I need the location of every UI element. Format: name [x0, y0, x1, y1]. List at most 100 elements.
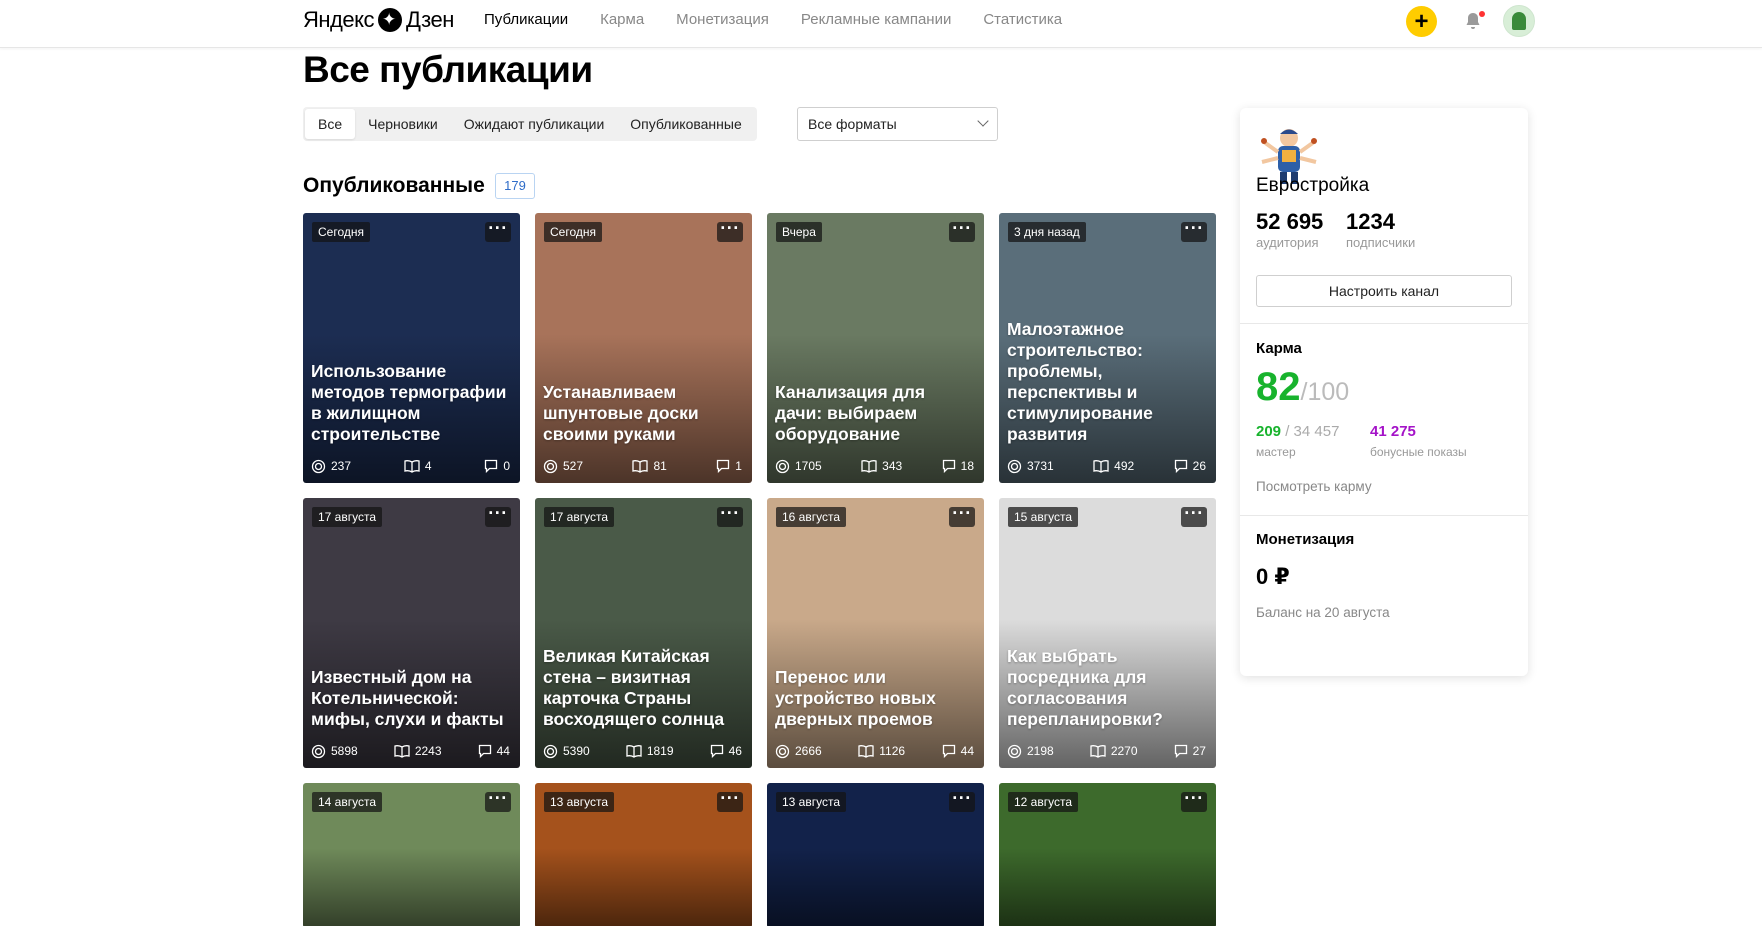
more-menu-icon[interactable]: ···	[949, 219, 975, 242]
publication-card[interactable]: 17 августа ··· Великая Китайская стена – в…	[535, 498, 752, 768]
add-publication-button[interactable]: +	[1406, 5, 1437, 37]
yandex-zen-logo[interactable]: Яндекс Дзен	[303, 7, 454, 32]
publication-date-badge: Сегодня	[544, 222, 602, 242]
publication-title[interactable]: Великая Китайская стена – визитная карто…	[543, 646, 744, 730]
user-avatar[interactable]	[1503, 5, 1535, 37]
publication-card[interactable]: Сегодня ··· Использование методов термогра…	[303, 213, 520, 483]
stat-value: 5390	[563, 744, 590, 758]
publication-card[interactable]: 3 дня назад ··· Малоэтажное строительство:…	[999, 213, 1216, 483]
audience-stat: 52 695 аудитория	[1256, 210, 1323, 252]
publication-date-badge: Сегодня	[312, 222, 370, 242]
stat-value: 1	[735, 459, 742, 473]
publication-count-badge: 179	[495, 173, 535, 199]
reads-icon	[858, 744, 879, 758]
stat-views: 2198	[1007, 743, 1054, 759]
stat-value: 44	[496, 744, 510, 758]
stat-comments: 1	[716, 458, 742, 474]
more-menu-icon[interactable]: ···	[717, 219, 743, 242]
tab-pending[interactable]: Ожидают публикации	[451, 109, 618, 139]
publication-card[interactable]: 15 августа ··· Как выбрать посредника для …	[999, 498, 1216, 768]
bonus-value: 41 275	[1370, 423, 1416, 440]
balance-label: Баланс на 20 августа	[1256, 605, 1390, 620]
tab-all[interactable]: Все	[305, 109, 356, 139]
view-karma-link[interactable]: Посмотреть карму	[1256, 478, 1372, 496]
publication-card[interactable]: 16 августа ··· Перенос или устройство новы…	[767, 498, 984, 768]
tab-drafts[interactable]: Черновики	[355, 109, 451, 139]
more-menu-icon[interactable]: ···	[1181, 504, 1207, 527]
comments-icon	[716, 459, 735, 473]
rank-value: 209	[1256, 423, 1282, 440]
more-menu-icon[interactable]: ···	[949, 504, 975, 527]
publication-date-badge: 14 августа	[312, 792, 383, 812]
top-header: Яндекс Дзен Публикации Карма Монетизация…	[0, 0, 1762, 48]
comments-icon	[1174, 744, 1193, 758]
publication-card[interactable]: 17 августа ··· Известный дом на Котельниче…	[303, 498, 520, 768]
publication-title[interactable]: Канализация для дачи: выбираем оборудова…	[775, 382, 976, 445]
monetization-title: Монетизация	[1256, 531, 1355, 548]
more-menu-icon[interactable]: ···	[485, 504, 511, 527]
channel-sidebar: Евростройка 52 695 аудитория 1234 подпис…	[1240, 108, 1528, 676]
publication-stats: 1705 343 18	[775, 458, 974, 474]
audience-label: аудитория	[1256, 235, 1319, 250]
publication-date-badge: 3 дня назад	[1008, 222, 1086, 242]
more-menu-icon[interactable]: ···	[717, 789, 743, 812]
stat-reads: 1126	[858, 743, 905, 759]
stat-reads: 1819	[626, 743, 674, 759]
more-menu-icon[interactable]: ···	[1181, 219, 1207, 242]
stat-comments: 44	[942, 743, 974, 759]
more-menu-icon[interactable]: ···	[1181, 789, 1207, 812]
more-menu-icon[interactable]: ···	[485, 789, 511, 812]
page-title: Все публикации	[303, 49, 593, 90]
publication-card[interactable]: 12 августа ···	[999, 783, 1216, 926]
publication-title[interactable]: Устанавливаем шпунтовые доски своими рук…	[543, 382, 744, 445]
stat-views: 1705	[775, 458, 822, 474]
publication-date-badge: 13 августа	[544, 792, 615, 812]
publication-card[interactable]: 13 августа ···	[535, 783, 752, 926]
header-actions: +	[1406, 5, 1535, 37]
publication-title[interactable]: Перенос или устройство новых дверных про…	[775, 667, 976, 730]
more-menu-icon[interactable]: ···	[717, 504, 743, 527]
stat-value: 343	[882, 459, 903, 473]
publication-title[interactable]: Малоэтажное строительство: проблемы, пер…	[1007, 319, 1208, 445]
notifications-bell-icon[interactable]	[1463, 11, 1485, 31]
stat-value: 492	[1114, 459, 1135, 473]
tab-published[interactable]: Опубликованные	[617, 109, 754, 139]
karma-score-max: /100	[1300, 378, 1350, 406]
views-icon	[1007, 744, 1027, 759]
comments-icon	[1174, 459, 1193, 473]
reads-icon	[1093, 459, 1114, 473]
publication-card[interactable]: Сегодня ··· Устанавливаем шпунтовые доски …	[535, 213, 752, 483]
comments-icon	[942, 744, 961, 758]
more-menu-icon[interactable]: ···	[485, 219, 511, 242]
channel-name[interactable]: Евростройка	[1256, 175, 1369, 197]
stat-reads: 343	[861, 458, 902, 474]
nav-statistics[interactable]: Статистика	[983, 10, 1062, 30]
comments-icon	[484, 459, 503, 473]
more-menu-icon[interactable]: ···	[949, 789, 975, 812]
stat-value: 2270	[1110, 744, 1138, 758]
nav-karma[interactable]: Карма	[600, 10, 644, 30]
configure-channel-button[interactable]: Настроить канал	[1256, 275, 1512, 307]
publication-card[interactable]: 13 августа ···	[767, 783, 984, 926]
publication-title[interactable]: Использование методов термографии в жили…	[311, 361, 512, 445]
publication-card[interactable]: 14 августа ···	[303, 783, 520, 926]
stat-value: 0	[503, 459, 510, 473]
views-icon	[775, 459, 795, 474]
nav-publications[interactable]: Публикации	[484, 10, 568, 30]
publication-title[interactable]: Известный дом на Котельнической: мифы, с…	[311, 667, 512, 730]
stat-value: 81	[653, 459, 667, 473]
subscribers-stat: 1234 подписчики	[1346, 210, 1415, 252]
stat-comments: 46	[710, 743, 742, 759]
nav-ad-campaigns[interactable]: Рекламные кампании	[801, 10, 951, 30]
stat-value: 2666	[795, 744, 822, 758]
publication-date-badge: 16 августа	[776, 507, 847, 527]
nav-monetization[interactable]: Монетизация	[676, 10, 769, 30]
format-select[interactable]: Все форматы	[797, 107, 998, 141]
publication-stats: 3731 492 26	[1007, 458, 1206, 474]
stat-views: 3731	[1007, 458, 1054, 474]
stat-value: 1819	[646, 744, 674, 758]
notification-dot	[1479, 11, 1485, 17]
publication-title[interactable]: Как выбрать посредника для согласования …	[1007, 646, 1208, 730]
publication-date-badge: Вчера	[776, 222, 822, 242]
publication-card[interactable]: Вчера ··· Канализация для дачи: выбираем о…	[767, 213, 984, 483]
